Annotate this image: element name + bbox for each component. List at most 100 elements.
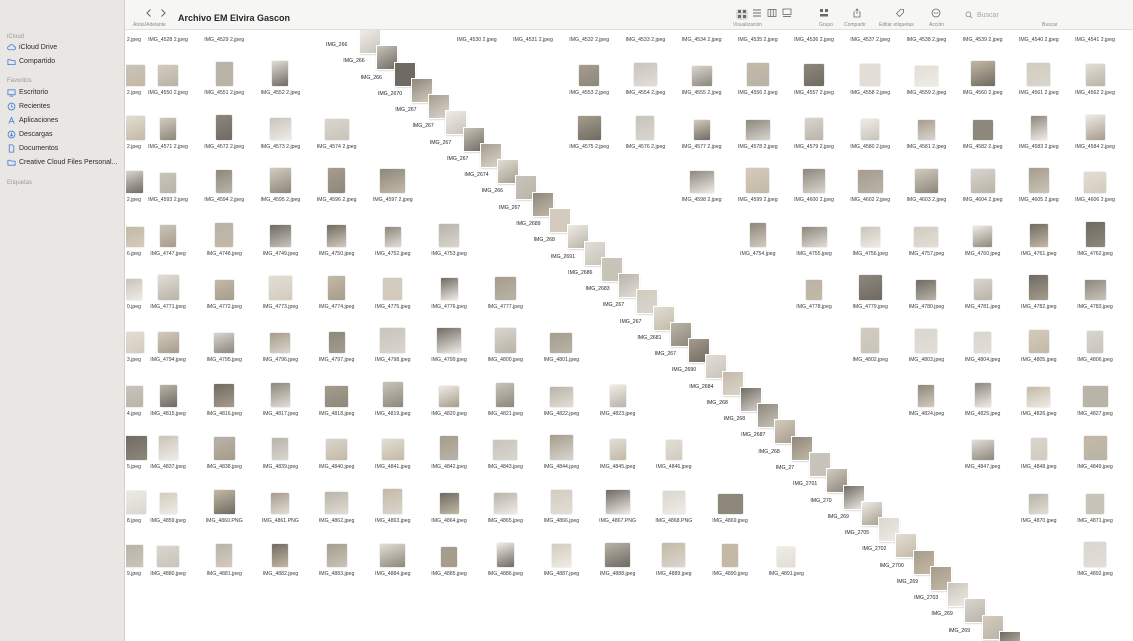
file-thumbnail[interactable] [915, 329, 938, 354]
file-thumbnail[interactable] [1087, 331, 1103, 354]
file-thumbnail[interactable] [381, 439, 404, 461]
file-thumbnail[interactable] [914, 169, 938, 194]
file-thumbnail[interactable] [272, 544, 289, 567]
file-thumbnail[interactable] [1029, 223, 1048, 247]
file-thumbnail[interactable] [857, 170, 883, 194]
gallery-view-button[interactable] [782, 8, 792, 19]
file-thumbnail[interactable] [860, 64, 881, 87]
file-thumbnail[interactable] [325, 491, 349, 514]
file-thumbnail[interactable] [437, 328, 461, 354]
file-thumbnail[interactable] [269, 168, 291, 194]
file-thumbnail[interactable] [914, 66, 938, 87]
file-thumbnail[interactable] [973, 279, 992, 300]
file-thumbnail[interactable] [806, 280, 822, 300]
file-thumbnail[interactable] [970, 61, 995, 87]
file-thumbnail[interactable] [384, 226, 401, 247]
file-thumbnail[interactable] [1082, 385, 1108, 407]
file-thumbnail[interactable] [324, 118, 349, 140]
file-thumbnail[interactable] [1028, 330, 1049, 354]
file-thumbnail[interactable] [971, 440, 994, 461]
file-thumbnail[interactable] [970, 169, 995, 194]
file-thumbnail[interactable] [157, 275, 179, 300]
file-thumbnail[interactable] [693, 119, 710, 140]
file-thumbnail[interactable] [579, 65, 600, 87]
file-thumbnail[interactable] [860, 226, 880, 247]
file-thumbnail[interactable] [1084, 172, 1106, 194]
file-thumbnail[interactable] [213, 489, 235, 514]
file-thumbnail[interactable] [126, 490, 146, 514]
file-thumbnail[interactable] [1029, 275, 1049, 300]
forward-button[interactable] [158, 9, 168, 19]
file-thumbnail[interactable] [272, 438, 289, 461]
file-thumbnail[interactable] [126, 332, 144, 354]
file-thumbnail[interactable] [126, 545, 143, 567]
file-thumbnail[interactable] [577, 115, 601, 140]
file-thumbnail[interactable] [746, 63, 769, 87]
file-thumbnail[interactable] [126, 226, 144, 247]
file-thumbnail[interactable] [633, 63, 657, 87]
file-thumbnail[interactable] [216, 544, 233, 567]
file-thumbnail[interactable] [804, 64, 824, 87]
file-thumbnail[interactable] [439, 492, 459, 514]
file-thumbnail[interactable] [268, 276, 292, 300]
file-thumbnail[interactable] [441, 547, 457, 567]
file-thumbnail[interactable] [383, 278, 403, 300]
file-thumbnail[interactable] [1083, 436, 1107, 461]
file-thumbnail[interactable] [609, 384, 626, 407]
file-thumbnail[interactable] [1029, 493, 1049, 514]
file-thumbnail[interactable] [214, 333, 235, 354]
file-thumbnail[interactable] [213, 437, 235, 461]
file-thumbnail[interactable] [160, 224, 176, 247]
file-thumbnail[interactable] [1085, 64, 1105, 87]
file-thumbnail[interactable] [158, 65, 178, 87]
file-thumbnail[interactable] [858, 275, 882, 300]
file-thumbnail[interactable] [914, 226, 939, 247]
file-thumbnail[interactable] [974, 382, 991, 407]
file-thumbnail[interactable] [214, 383, 235, 407]
file-thumbnail[interactable] [159, 384, 177, 407]
file-thumbnail[interactable] [689, 171, 714, 194]
file-thumbnail[interactable] [1027, 386, 1051, 407]
back-button[interactable] [144, 9, 154, 19]
tags-button[interactable] [895, 9, 905, 19]
file-thumbnail[interactable] [1027, 63, 1051, 87]
file-thumbnail[interactable] [270, 382, 290, 407]
file-thumbnail[interactable] [272, 61, 289, 87]
file-thumbnail[interactable] [328, 276, 346, 300]
file-thumbnail[interactable] [326, 544, 347, 567]
share-button[interactable] [852, 8, 862, 19]
file-thumbnail[interactable] [126, 436, 147, 461]
file-thumbnail[interactable] [609, 439, 626, 461]
sidebar-item-compartido[interactable]: Compartido [7, 56, 55, 67]
file-thumbnail[interactable] [665, 440, 682, 461]
file-thumbnail[interactable] [861, 328, 880, 354]
file-thumbnail[interactable] [215, 222, 234, 247]
sidebar-item-documentos[interactable]: Documentos [7, 143, 58, 154]
file-thumbnail[interactable] [126, 279, 142, 300]
file-thumbnail[interactable] [269, 224, 291, 247]
file-thumbnail[interactable] [382, 381, 403, 407]
file-thumbnail[interactable] [126, 65, 145, 87]
file-thumbnail[interactable] [159, 492, 177, 514]
file-thumbnail[interactable] [746, 168, 770, 194]
file-thumbnail[interactable] [496, 382, 515, 407]
file-thumbnail[interactable] [549, 435, 573, 461]
file-thumbnail[interactable] [1084, 280, 1106, 300]
file-thumbnail[interactable] [917, 119, 935, 140]
sidebar-item-icloud-drive[interactable]: iCloud Drive [7, 42, 57, 53]
file-thumbnail[interactable] [214, 280, 234, 300]
file-thumbnail[interactable] [973, 225, 993, 247]
file-thumbnail[interactable] [805, 117, 823, 140]
file-thumbnail[interactable] [383, 488, 403, 514]
file-thumbnail[interactable] [550, 333, 573, 354]
file-thumbnail[interactable] [1030, 115, 1047, 140]
file-thumbnail[interactable] [493, 440, 518, 461]
file-thumbnail[interactable] [662, 543, 686, 567]
file-thumbnail[interactable] [662, 490, 685, 514]
file-thumbnail[interactable] [1084, 542, 1106, 567]
file-thumbnail[interactable] [496, 543, 514, 567]
file-thumbnail[interactable] [216, 114, 233, 140]
file-thumbnail[interactable] [493, 492, 517, 514]
file-thumbnail[interactable] [160, 173, 176, 194]
file-thumbnail[interactable] [494, 328, 516, 354]
